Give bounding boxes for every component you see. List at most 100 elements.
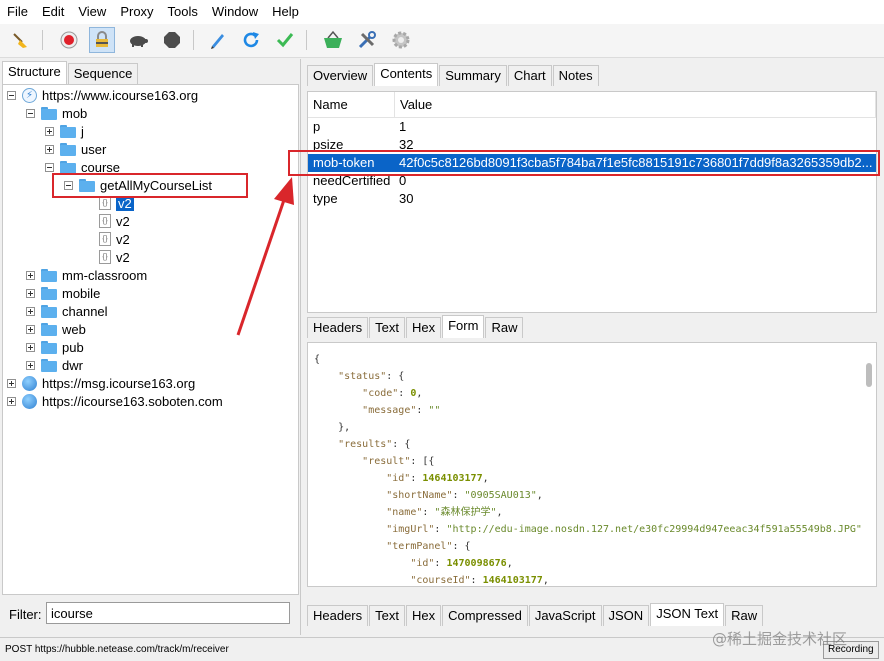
menu-tools[interactable]: Tools [161,0,205,24]
json-line: "shortName": "0905SAU013", [386,490,543,501]
tree-node-label: dwr [62,357,83,373]
table-row[interactable]: p 1 [308,118,876,136]
tab-structure[interactable]: Structure [2,61,67,84]
globe-icon [22,393,37,409]
tab-response-text[interactable]: Text [369,605,405,626]
tree-node-host-msg[interactable]: https://msg.icourse163.org [7,374,195,392]
column-header-value[interactable]: Value [395,92,876,118]
json-line: "id": 1464103177, [386,473,489,484]
repeat-refresh-icon[interactable] [238,27,264,53]
tab-response-json-text[interactable]: JSON Text [650,603,725,626]
expand-icon[interactable] [45,126,54,136]
tree-node-label: mobile [62,285,101,301]
tab-chart[interactable]: Chart [507,65,552,86]
watermark: @稀土掘金技术社区 [712,630,848,648]
tree-node-label: https://msg.icourse163.org [42,375,196,391]
folder-icon [41,106,57,120]
expand-icon[interactable] [26,288,35,298]
tree-node-user[interactable]: user [45,140,106,158]
menu-window[interactable]: Window [205,0,265,24]
expand-icon[interactable] [26,342,35,352]
menu-view[interactable]: View [71,0,113,24]
tab-notes[interactable]: Notes [552,65,599,86]
expand-icon[interactable] [7,378,16,388]
menu-help[interactable]: Help [265,0,306,24]
left-tabstrip: Structure Sequence [2,61,139,84]
status-text: POST https://hubble.netease.com/track/m/… [5,644,229,655]
tree-node-web[interactable]: web [26,320,86,338]
broom-clear-icon[interactable] [8,27,34,53]
tree-node-mm-classroom[interactable]: mm-classroom [26,266,147,284]
tree-node-v2[interactable]: {} v2 [99,230,130,248]
tab-overview[interactable]: Overview [307,65,374,86]
tree-node-host-soboten[interactable]: https://icourse163.soboten.com [7,392,223,410]
annotation-box-endpoint [52,173,248,198]
tree-node-j[interactable]: j [45,122,84,140]
tree-node-host-www[interactable]: ⚡ https://www.icourse163.org [7,86,198,104]
filter-input[interactable] [46,602,290,624]
throttle-turtle-icon[interactable] [125,27,151,53]
tab-request-text[interactable]: Text [369,317,405,338]
folder-icon [60,124,76,138]
tab-contents[interactable]: Contents [374,63,439,86]
expand-icon[interactable] [26,306,35,316]
globe-icon [22,375,37,391]
expand-icon[interactable] [26,360,35,370]
tree-node-label: mm-classroom [62,267,148,283]
collapse-icon[interactable] [45,162,54,172]
file-icon: {} [99,232,111,246]
vertical-scrollbar[interactable] [866,363,872,387]
expand-icon[interactable] [45,144,54,154]
expand-icon[interactable] [26,270,35,280]
tab-summary[interactable]: Summary [439,65,507,86]
table-row[interactable]: type 30 [308,190,876,208]
json-line: "result": [{ [362,456,435,467]
folder-icon [41,268,57,282]
tree-node-label: user [81,141,107,157]
json-line: "id": 1470098676, [410,558,513,569]
expand-icon[interactable] [7,396,16,406]
tree-node-mobile[interactable]: mobile [26,284,100,302]
collapse-icon[interactable] [7,90,16,100]
column-header-name[interactable]: Name [308,92,395,118]
breakpoint-stop-icon[interactable] [159,27,185,53]
param-name: type [313,191,338,206]
tab-request-hex[interactable]: Hex [405,317,442,338]
ssl-proxy-lock-icon[interactable] [89,27,115,53]
tab-sequence[interactable]: Sequence [67,63,139,84]
tab-response-compressed[interactable]: Compressed [442,605,528,626]
response-json-view[interactable]: { "status": { "code": 0, "message": "" }… [307,342,877,587]
menu-edit[interactable]: Edit [35,0,71,24]
tab-request-headers[interactable]: Headers [307,317,369,338]
tree-node-label: pub [62,339,84,355]
tree-node-mob[interactable]: mob [26,104,87,122]
tab-request-form[interactable]: Form [442,315,485,338]
tab-response-headers[interactable]: Headers [307,605,369,626]
expand-icon[interactable] [26,324,35,334]
tree-node-dwr[interactable]: dwr [26,356,83,374]
json-line: "message": "" [362,405,441,416]
basket-icon[interactable] [320,27,346,53]
tree-node-v2[interactable]: {} v2 [99,248,130,266]
tree-node-v2[interactable]: {} v2 [99,212,130,230]
tab-request-raw[interactable]: Raw [485,317,524,338]
tools-wrench-icon[interactable] [354,27,380,53]
tree-node-pub[interactable]: pub [26,338,84,356]
collapse-icon[interactable] [26,108,35,118]
tree-node-channel[interactable]: channel [26,302,108,320]
settings-gear-icon[interactable] [388,27,414,53]
tab-response-raw[interactable]: Raw [725,605,764,626]
record-icon[interactable] [56,27,82,53]
folder-icon [41,286,57,300]
folder-icon [41,358,57,372]
tab-response-json[interactable]: JSON [602,605,650,626]
menu-file[interactable]: File [0,0,35,24]
compose-pen-icon[interactable] [205,27,231,53]
param-value: 1 [399,119,407,134]
json-line: "courseId": 1464103177, [410,575,549,586]
validate-check-icon[interactable] [272,27,298,53]
menu-proxy[interactable]: Proxy [113,0,160,24]
folder-icon [41,304,57,318]
tab-response-javascript[interactable]: JavaScript [528,605,602,626]
tab-response-hex[interactable]: Hex [405,605,442,626]
